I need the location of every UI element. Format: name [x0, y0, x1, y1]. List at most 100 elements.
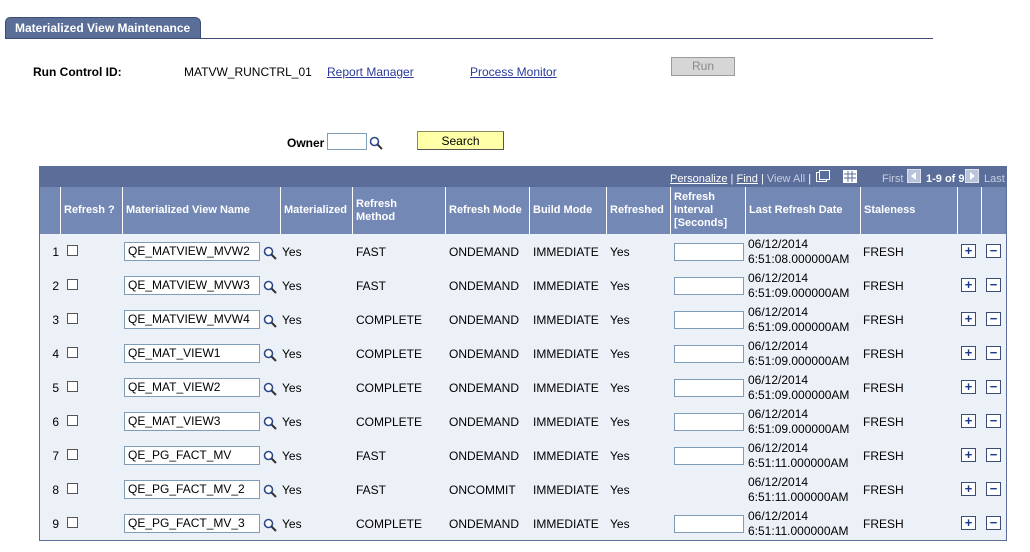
mv-name-field[interactable]: QE_MATVIEW_MVW4: [124, 310, 260, 329]
refresh-interval-input[interactable]: [674, 447, 744, 465]
mv-name-field[interactable]: QE_PG_FACT_MV_3: [124, 514, 260, 533]
plus-icon[interactable]: +: [961, 278, 976, 292]
minus-icon[interactable]: −: [986, 244, 1001, 258]
mv-name-field[interactable]: QE_MATVIEW_MVW2: [124, 242, 260, 261]
magnifier-icon[interactable]: [263, 518, 277, 532]
staleness-value: FRESH: [863, 347, 904, 361]
minus-icon[interactable]: −: [986, 278, 1001, 292]
refresh-checkbox[interactable]: [67, 245, 78, 256]
build-mode-value: IMMEDIATE: [533, 449, 599, 463]
refresh-interval-input[interactable]: [674, 311, 744, 329]
refresh-interval-input[interactable]: [674, 345, 744, 363]
row-number: 7: [52, 449, 59, 463]
refresh-mode-value: ONDEMAND: [449, 415, 520, 429]
table-row: 6 QE_MAT_VIEW3 Yes COMPLETE ONDEMAND IMMEDIAT…: [40, 404, 1006, 438]
magnifier-icon[interactable]: [263, 382, 277, 396]
row-number: 4: [52, 347, 59, 361]
refresh-checkbox[interactable]: [67, 313, 78, 324]
refresh-checkbox[interactable]: [67, 517, 78, 528]
magnifier-icon[interactable]: [263, 280, 277, 294]
search-button[interactable]: Search: [417, 131, 504, 150]
row-number: 9: [52, 517, 59, 531]
table-row: 9 QE_PG_FACT_MV_3 Yes COMPLETE ONDEMAND IMMED…: [40, 506, 1006, 540]
refresh-checkbox[interactable]: [67, 449, 78, 460]
refresh-method-value: COMPLETE: [356, 517, 423, 531]
plus-icon[interactable]: +: [961, 516, 976, 530]
refresh-interval-input[interactable]: [674, 379, 744, 397]
report-manager-link[interactable]: Report Manager: [327, 65, 414, 79]
plus-icon[interactable]: +: [961, 346, 976, 360]
magnifier-icon[interactable]: [263, 314, 277, 328]
refresh-interval-input[interactable]: [674, 277, 744, 295]
minus-icon[interactable]: −: [986, 380, 1001, 394]
mv-name-field[interactable]: QE_MAT_VIEW3: [124, 412, 260, 431]
row-number: 8: [52, 483, 59, 497]
refresh-interval-input[interactable]: [674, 243, 744, 261]
refresh-checkbox[interactable]: [67, 381, 78, 392]
plus-icon[interactable]: +: [961, 244, 976, 258]
col-header-build-mode: Build Mode: [530, 187, 607, 234]
refresh-method-value: FAST: [356, 279, 387, 293]
mv-name-field[interactable]: QE_PG_FACT_MV: [124, 446, 260, 465]
refresh-checkbox[interactable]: [67, 415, 78, 426]
plus-icon[interactable]: +: [961, 380, 976, 394]
mv-name-field[interactable]: QE_PG_FACT_MV_2: [124, 480, 260, 499]
plus-icon[interactable]: +: [961, 448, 976, 462]
col-header-refresh: Refresh ?: [61, 187, 123, 234]
owner-lookup-icon[interactable]: [369, 136, 383, 150]
refresh-interval-input[interactable]: [674, 515, 744, 533]
minus-icon[interactable]: −: [986, 482, 1001, 496]
minus-icon[interactable]: −: [986, 448, 1001, 462]
mv-name-field[interactable]: QE_MAT_VIEW1: [124, 344, 260, 363]
staleness-value: FRESH: [863, 245, 904, 259]
plus-icon[interactable]: +: [961, 312, 976, 326]
arrow-left-icon[interactable]: [907, 169, 921, 183]
refresh-method-value: COMPLETE: [356, 415, 423, 429]
process-monitor-link[interactable]: Process Monitor: [470, 65, 557, 79]
table-row: 1 QE_MATVIEW_MVW2 Yes FAST ONDEMAND IMMEDIATE…: [40, 234, 1006, 268]
refresh-method-value: FAST: [356, 245, 387, 259]
table-row: 5 QE_MAT_VIEW2 Yes COMPLETE ONDEMAND IMMEDIAT…: [40, 370, 1006, 404]
magnifier-icon[interactable]: [263, 416, 277, 430]
page-tab[interactable]: Materialized View Maintenance: [5, 17, 202, 38]
zoom-icon[interactable]: [816, 170, 830, 183]
grid-download-icon[interactable]: [843, 170, 857, 183]
mv-name-field[interactable]: QE_MAT_VIEW2: [124, 378, 260, 397]
refresh-mode-value: ONDEMAND: [449, 347, 520, 361]
magnifier-icon[interactable]: [263, 246, 277, 260]
find-link[interactable]: Find: [736, 173, 757, 185]
magnifier-icon[interactable]: [263, 484, 277, 498]
plus-icon[interactable]: +: [961, 414, 976, 428]
refresh-checkbox[interactable]: [67, 347, 78, 358]
build-mode-value: IMMEDIATE: [533, 313, 599, 327]
minus-icon[interactable]: −: [986, 346, 1001, 360]
staleness-value: FRESH: [863, 381, 904, 395]
staleness-value: FRESH: [863, 313, 904, 327]
staleness-value: FRESH: [863, 517, 904, 531]
refresh-checkbox[interactable]: [67, 483, 78, 494]
run-control-value: MATVW_RUNCTRL_01: [184, 65, 312, 79]
last-refresh-time: 6:51:08.000000AM: [748, 252, 850, 266]
col-header-refresh-method: Refresh Method: [353, 187, 446, 234]
minus-icon[interactable]: −: [986, 516, 1001, 530]
grid-navbar: Personalize | Find | View All | First 1-…: [40, 167, 1006, 187]
magnifier-icon[interactable]: [263, 348, 277, 362]
minus-icon[interactable]: −: [986, 414, 1001, 428]
arrow-right-icon[interactable]: [965, 169, 979, 183]
mv-name-field[interactable]: QE_MATVIEW_MVW3: [124, 276, 260, 295]
personalize-link[interactable]: Personalize: [670, 173, 727, 185]
last-refresh-date: 06/12/2014: [748, 373, 809, 387]
row-number: 5: [52, 381, 59, 395]
view-all-link[interactable]: View All: [767, 173, 805, 185]
refresh-checkbox[interactable]: [67, 279, 78, 290]
run-button[interactable]: Run: [671, 57, 735, 76]
plus-icon[interactable]: +: [961, 482, 976, 496]
refresh-interval-input[interactable]: [674, 413, 744, 431]
minus-icon[interactable]: −: [986, 312, 1001, 326]
col-header-delete: [982, 187, 1006, 234]
magnifier-icon[interactable]: [263, 450, 277, 464]
owner-input[interactable]: [327, 133, 367, 150]
materialized-value: Yes: [282, 483, 302, 497]
last-refresh-time: 6:51:11.000000AM: [748, 524, 849, 538]
build-mode-value: IMMEDIATE: [533, 347, 599, 361]
